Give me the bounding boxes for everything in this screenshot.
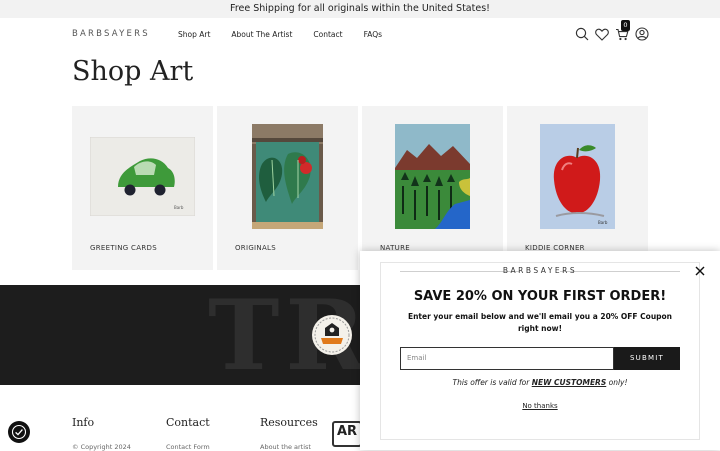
site-header: BARBSAYERS Shop Art About The Artist Con…	[0, 18, 720, 52]
footer-col-info: Info © Copyright 2024	[72, 416, 131, 451]
category-label: ORIGINALS	[235, 244, 276, 252]
site-logo[interactable]: BARBSAYERS	[72, 29, 150, 39]
popup-subtext: Enter your email below and we'll email y…	[407, 312, 673, 333]
footer-col-contact: Contact Contact Form	[166, 416, 210, 451]
svg-text:Barb: Barb	[598, 220, 608, 225]
svg-text:Barb: Barb	[174, 205, 184, 210]
footer-heading: Contact	[166, 416, 210, 429]
originals-image	[252, 124, 323, 229]
popup-headline: SAVE 20% ON YOUR FIRST ORDER!	[413, 289, 667, 304]
header-icons: 0	[574, 20, 654, 42]
category-grid: Barb GREETING CARDS ORIGINALS NATURE Bar…	[72, 106, 652, 270]
kiddie-corner-image: Barb	[540, 124, 615, 229]
cart-count-badge: 0	[621, 20, 630, 31]
greeting-card-image: Barb	[90, 137, 195, 216]
category-card-greeting-cards[interactable]: Barb GREETING CARDS	[72, 106, 213, 270]
email-input[interactable]: Email	[400, 347, 614, 370]
category-card-nature[interactable]: NATURE	[362, 106, 503, 270]
footer-heading: Info	[72, 416, 95, 429]
heart-icon[interactable]	[594, 26, 610, 42]
category-label: GREETING CARDS	[90, 244, 157, 252]
nature-image	[395, 124, 470, 229]
account-icon[interactable]	[634, 26, 650, 42]
footer-heading: Resources	[260, 416, 318, 429]
accessibility-icon	[11, 424, 27, 440]
category-card-originals[interactable]: ORIGINALS	[217, 106, 358, 270]
no-thanks-link[interactable]: No thanks	[360, 402, 720, 410]
announcement-bar: Free Shipping for all originals within t…	[0, 0, 720, 18]
popup-brand: BARBSAYERS	[502, 266, 578, 275]
offer-note: This offer is valid for NEW CUSTOMERS on…	[360, 378, 720, 387]
cart-button[interactable]: 0	[614, 20, 630, 42]
offer-suffix: only!	[606, 378, 628, 387]
artist-seal-badge[interactable]	[311, 314, 353, 356]
offer-prefix: This offer is valid for	[452, 378, 532, 387]
close-icon[interactable]	[694, 265, 706, 277]
category-card-kiddie-corner[interactable]: Barb KIDDIE CORNER	[507, 106, 648, 270]
main-nav: Shop Art About The Artist Contact FAQs	[178, 30, 403, 39]
nav-shop-art[interactable]: Shop Art	[178, 30, 210, 39]
signup-popup: BARBSAYERS SAVE 20% ON YOUR FIRST ORDER!…	[360, 251, 720, 450]
nav-about-artist[interactable]: About The Artist	[231, 30, 292, 39]
search-icon[interactable]	[574, 26, 590, 42]
page-title: Shop Art	[72, 56, 194, 87]
submit-button[interactable]: SUBMIT	[614, 347, 680, 370]
offer-emphasis: NEW CUSTOMERS	[531, 378, 607, 387]
nav-contact[interactable]: Contact	[313, 30, 342, 39]
footer-col-resources: Resources About the artist	[260, 416, 318, 451]
ar-logo[interactable]: AR	[332, 421, 362, 447]
accessibility-button[interactable]	[8, 421, 30, 443]
nav-faqs[interactable]: FAQs	[364, 30, 382, 39]
